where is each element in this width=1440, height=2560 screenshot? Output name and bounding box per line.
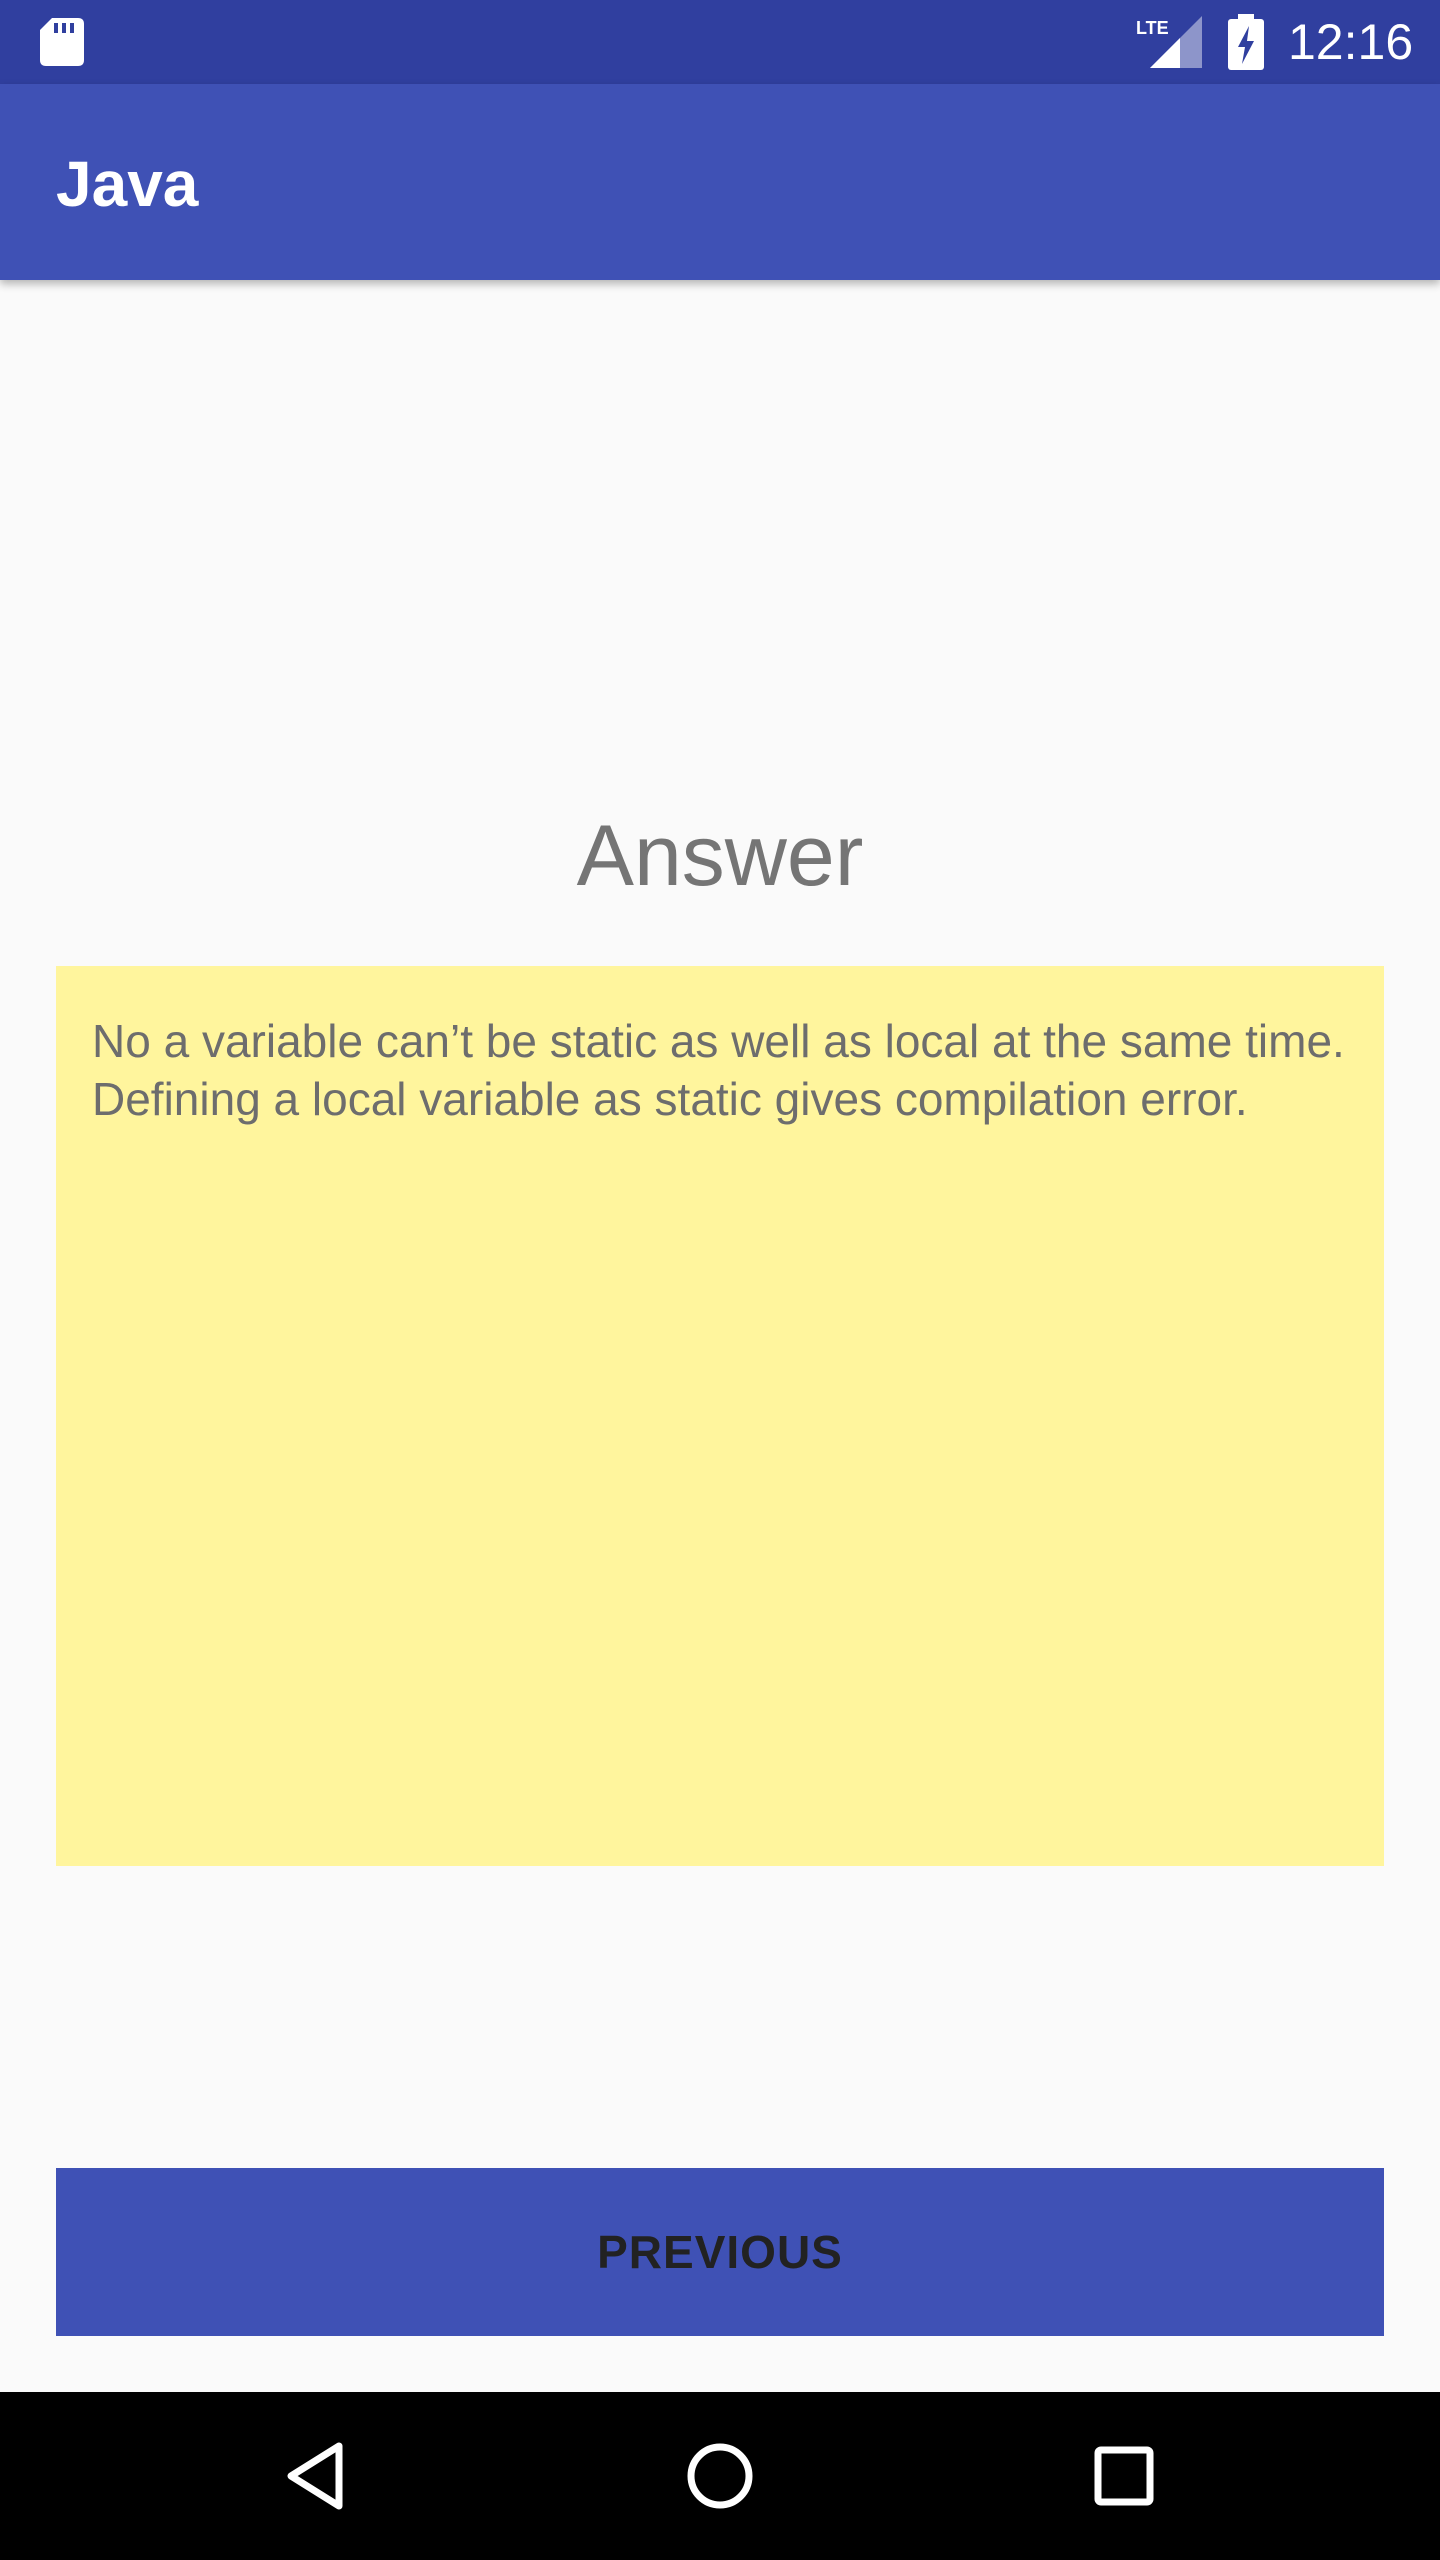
app-title: Java	[56, 148, 199, 220]
answer-box: No a variable can’t be static as well as…	[56, 966, 1384, 1866]
recents-button[interactable]	[1064, 2416, 1184, 2536]
home-icon	[687, 2443, 753, 2509]
recents-icon	[1094, 2446, 1154, 2506]
app-bar: Java	[0, 84, 1440, 280]
network-type-label: LTE	[1136, 18, 1169, 38]
navigation-bar	[0, 2392, 1440, 2560]
answer-heading: Answer	[576, 808, 864, 904]
back-button[interactable]	[256, 2416, 376, 2536]
previous-button[interactable]: PREVIOUS	[56, 2168, 1384, 2336]
status-time: 12:16	[1288, 14, 1414, 70]
home-button[interactable]	[660, 2416, 780, 2536]
status-bar: LTE 12:16	[0, 0, 1440, 84]
sd-card-icon	[40, 18, 84, 66]
battery-charging-icon	[1228, 14, 1264, 70]
signal-icon: LTE	[1136, 16, 1202, 68]
answer-text: No a variable can’t be static as well as…	[92, 1015, 1345, 1125]
back-icon	[287, 2442, 343, 2510]
